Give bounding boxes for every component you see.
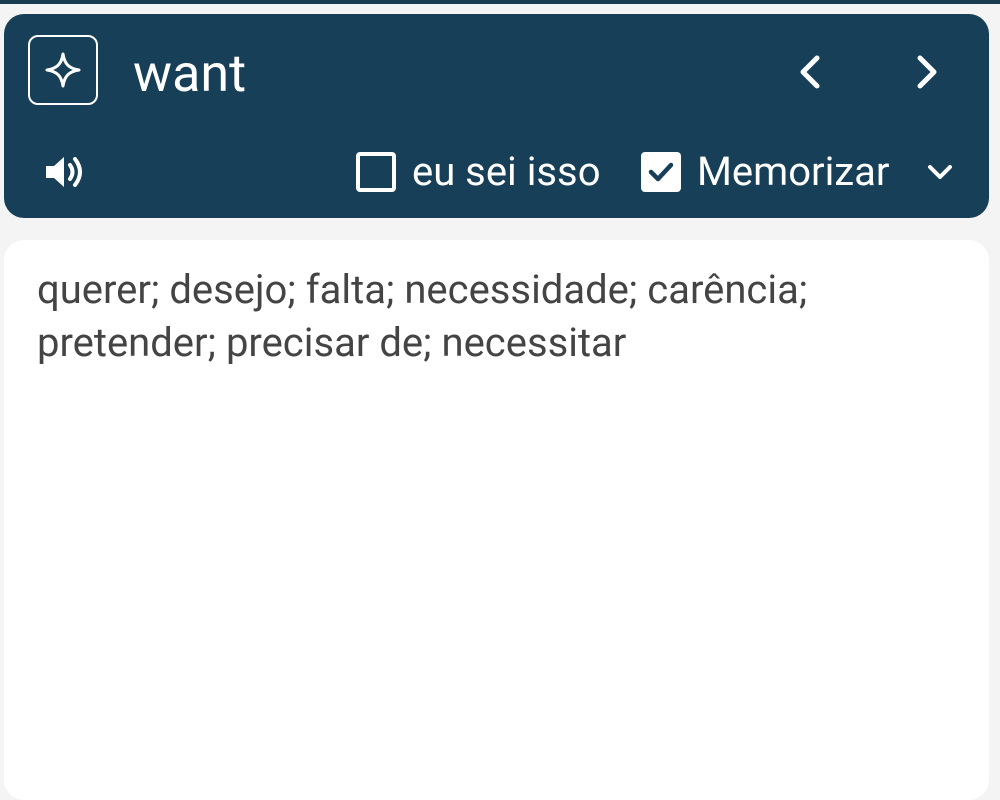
previous-word-button[interactable] bbox=[790, 50, 830, 94]
know-it-checkbox[interactable]: eu sei isso bbox=[356, 150, 601, 194]
memorize-checkbox[interactable]: Memorizar bbox=[641, 150, 889, 194]
play-audio-button[interactable] bbox=[40, 150, 90, 194]
know-it-label: eu sei isso bbox=[412, 148, 601, 195]
memorize-label: Memorizar bbox=[697, 148, 890, 195]
chevron-left-icon bbox=[800, 55, 820, 89]
sparkle-icon bbox=[45, 52, 81, 88]
memorize-checkbox-box[interactable] bbox=[641, 152, 681, 192]
know-it-checkbox-box[interactable] bbox=[356, 152, 396, 192]
word-title: want bbox=[133, 43, 247, 104]
word-header: want eu sei isso Memorizar bbox=[4, 14, 989, 218]
definition-card: querer; desejo; falta; necessidade; carê… bbox=[4, 240, 989, 800]
next-word-button[interactable] bbox=[907, 50, 947, 94]
chevron-down-icon bbox=[928, 165, 952, 179]
chevron-right-icon bbox=[917, 55, 937, 89]
speaker-icon bbox=[46, 157, 82, 187]
ai-sparkle-button[interactable] bbox=[28, 35, 98, 105]
top-divider bbox=[0, 0, 1000, 4]
checkmark-icon bbox=[648, 162, 674, 182]
definition-text: querer; desejo; falta; necessidade; carê… bbox=[37, 266, 808, 366]
options-dropdown-button[interactable] bbox=[920, 152, 960, 192]
